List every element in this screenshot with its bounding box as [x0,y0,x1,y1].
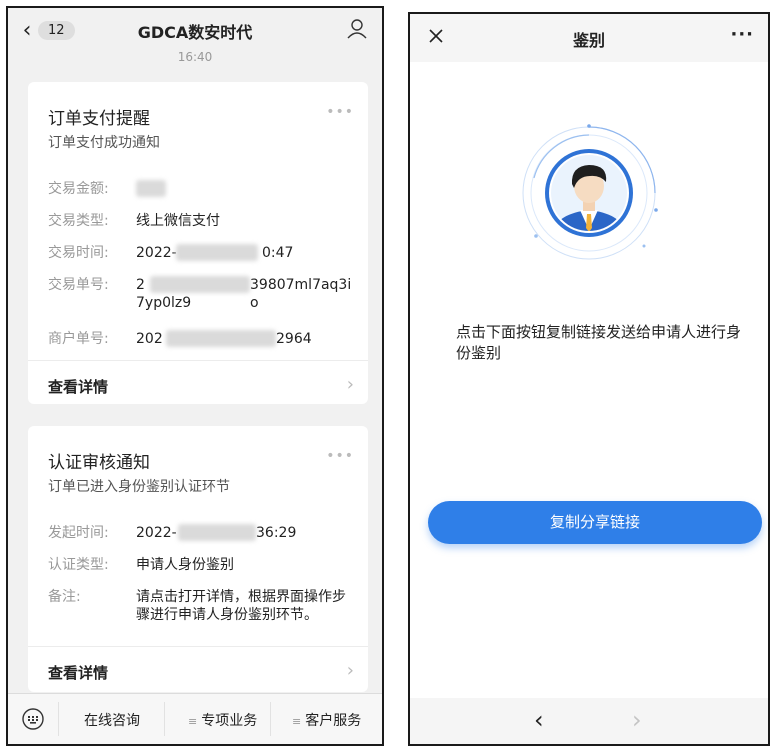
chat-screen: ‹ 12 GDCA数安时代 16:40 订单支付提醒 ••• 订单支付成功通知 … [6,6,384,746]
menu-list-icon: ≡ [188,715,198,728]
merchant-no-row: 商户单号: 202 2964 [48,330,354,348]
verification-notice-card[interactable]: 认证审核通知 ••• 订单已进入身份鉴别认证环节 发起时间: 2022- 36:… [28,426,368,692]
time-row: 交易时间: 2022- 0:47 [48,244,354,262]
start-time-row: 发起时间: 2022- 36:29 [48,524,354,542]
menu-label: 专项业务 [201,713,258,729]
amount-row: 交易金额: [48,180,354,198]
view-details-button[interactable]: 查看详情 › [28,362,368,410]
value-end: 2964 [276,331,312,347]
chevron-right-icon: › [346,374,354,395]
card-title: 认证审核通知 [48,453,150,473]
redaction-blur [136,180,166,197]
auth-type-row: 认证类型: 申请人身份鉴别 [48,556,354,574]
divider [28,360,368,361]
card-title: 订单支付提醒 [48,109,150,129]
value-line2: 7yp0lz9 [136,295,192,311]
copy-share-link-button[interactable]: 复制分享链接 [428,501,762,544]
divider [28,646,368,647]
page-header: 鉴别 ··· [410,14,768,62]
menu-special-business[interactable]: ≡ 专项业务 [188,710,257,730]
menu-separator [58,702,59,736]
chevron-right-icon: › [346,660,354,681]
more-options-icon[interactable]: ••• [326,104,354,120]
row-value: 请点击打开详情，根据界面操作步骤进行申请人身份鉴别环节。 [136,589,346,623]
row-value: 2 39807ml7aq3io 7yp0lz9 [136,276,354,312]
person-icon[interactable] [346,18,368,40]
type-row: 交易类型: 线上微信支付 [48,212,354,230]
identity-avatar-illustration [522,124,658,260]
menu-customer-service[interactable]: ≡ 客户服务 [292,710,361,730]
redaction-blur [166,330,276,347]
chat-header: ‹ 12 GDCA数安时代 16:40 [8,8,382,64]
value-start: 2022- [136,525,177,541]
page-title: 鉴别 [572,31,605,50]
row-label: 交易金额: [48,181,109,197]
details-label: 查看详情 [48,664,109,682]
value-start: 202 [136,331,163,347]
more-icon[interactable]: ··· [730,24,754,45]
row-value: 申请人身份鉴别 [136,557,234,573]
verification-screen: 鉴别 ··· 点击下面按钮复制链接发送给申请人进行身份鉴别 复制分享链接 ‹ › [408,12,770,746]
browser-nav-bar: ‹ › [410,698,768,744]
menu-label: 客户服务 [305,713,362,729]
menu-separator [164,702,165,736]
message-timestamp: 16:40 [177,50,213,64]
redaction-blur [176,244,258,261]
chat-title: GDCA数安时代 [137,23,253,42]
remark-row: 备注: 请点击打开详情，根据界面操作步骤进行申请人身份鉴别环节。 [48,588,354,624]
row-label: 认证类型: [48,557,109,573]
row-label: 交易时间: [48,245,109,261]
value-start: 2 [136,277,145,293]
details-label: 查看详情 [48,378,109,396]
value-end: 0:47 [262,245,294,261]
row-value: 2022- 36:29 [136,524,354,542]
card-subtitle: 订单支付成功通知 [48,135,160,151]
row-value: 线上微信支付 [136,213,220,229]
menu-online-consult[interactable]: 在线咨询 [84,710,140,730]
menu-separator [270,702,271,736]
row-label: 交易类型: [48,213,109,229]
row-label: 商户单号: [48,331,109,347]
row-value: 202 2964 [136,330,354,348]
row-label: 交易单号: [48,277,109,293]
value-end: 39807ml7aq3io [250,277,352,311]
row-value: 2022- 0:47 [136,244,354,262]
redaction-blur [178,524,256,541]
redaction-blur [150,276,250,293]
keyboard-icon[interactable] [22,708,44,730]
instruction-text: 点击下面按钮复制链接发送给申请人进行身份鉴别 [456,323,742,362]
payment-reminder-card[interactable]: 订单支付提醒 ••• 订单支付成功通知 交易金额: 交易类型: 线上微信支付 交… [28,82,368,404]
menu-list-icon: ≡ [292,715,302,728]
nav-forward-icon[interactable]: › [632,706,642,734]
row-label: 备注: [48,589,81,605]
value-end: 36:29 [256,525,297,541]
value-start: 2022- [136,245,177,261]
row-label: 发起时间: [48,525,109,541]
more-options-icon[interactable]: ••• [326,448,354,464]
service-menu-bar: 在线咨询 ≡ 专项业务 ≡ 客户服务 [8,693,382,744]
view-details-button[interactable]: 查看详情 › [28,648,368,696]
amount-value [136,180,354,198]
card-subtitle: 订单已进入身份鉴别认证环节 [48,479,230,495]
order-no-row: 交易单号: 2 39807ml7aq3io 7yp0lz9 [48,276,354,312]
nav-back-icon[interactable]: ‹ [534,706,544,734]
